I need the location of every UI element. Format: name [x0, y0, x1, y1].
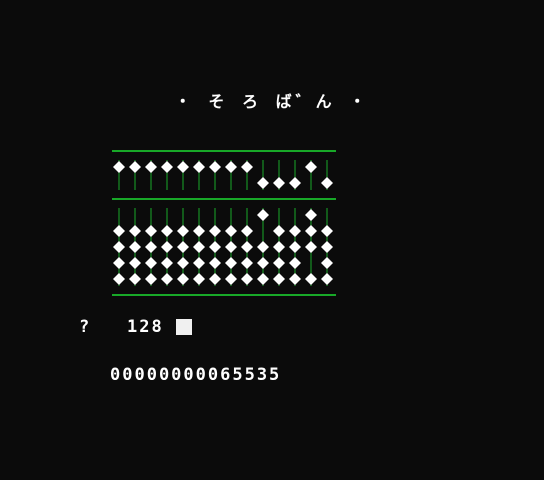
abacus-bead: [241, 161, 253, 173]
abacus-bottom-bar: [112, 294, 336, 296]
abacus-bead: [321, 177, 333, 189]
abacus-bead: [225, 241, 237, 253]
abacus-bead: [257, 241, 269, 253]
abacus-bead: [321, 241, 333, 253]
abacus-bead: [225, 257, 237, 269]
abacus-bead: [225, 225, 237, 237]
abacus-bead: [177, 161, 189, 173]
abacus-bead: [113, 225, 125, 237]
abacus-bead: [209, 161, 221, 173]
abacus-bead: [305, 209, 317, 221]
abacus-bead: [241, 241, 253, 253]
abacus-bead: [273, 225, 285, 237]
abacus-bead: [161, 273, 173, 285]
abacus-bead: [209, 241, 221, 253]
abacus-bead: [129, 225, 141, 237]
abacus-bead: [225, 273, 237, 285]
abacus-bead: [193, 273, 205, 285]
abacus-bead: [289, 225, 301, 237]
abacus-bead: [193, 241, 205, 253]
abacus-bead: [145, 241, 157, 253]
abacus-bead: [145, 161, 157, 173]
abacus-bead: [161, 225, 173, 237]
abacus-bead: [289, 241, 301, 253]
abacus-bead: [321, 257, 333, 269]
abacus-bead: [177, 225, 189, 237]
abacus-bead: [305, 161, 317, 173]
abacus-bead: [273, 241, 285, 253]
abacus-bead: [177, 273, 189, 285]
abacus-bead: [113, 257, 125, 269]
abacus-top-bar: [112, 150, 336, 152]
abacus-bead: [209, 257, 221, 269]
abacus-bead: [257, 257, 269, 269]
abacus-bead: [193, 257, 205, 269]
result-display: 00000000065535: [110, 365, 282, 385]
abacus-bead: [129, 273, 141, 285]
abacus-bead: [161, 257, 173, 269]
abacus-bead: [209, 225, 221, 237]
abacus-bead: [257, 273, 269, 285]
abacus-bead: [161, 241, 173, 253]
number-input[interactable]: 128: [127, 317, 164, 337]
abacus-bead: [289, 273, 301, 285]
abacus-bead: [113, 241, 125, 253]
abacus-bead: [305, 225, 317, 237]
abacus-bead: [321, 225, 333, 237]
abacus-bead: [145, 273, 157, 285]
abacus-bead: [177, 241, 189, 253]
abacus-bead: [225, 161, 237, 173]
abacus: [112, 150, 336, 296]
abacus-bead: [273, 273, 285, 285]
abacus-bead: [257, 177, 269, 189]
abacus-bead: [113, 273, 125, 285]
abacus-bead: [273, 257, 285, 269]
abacus-bead: [321, 273, 333, 285]
abacus-bead: [289, 177, 301, 189]
abacus-bead: [241, 273, 253, 285]
abacus-bead: [289, 257, 301, 269]
abacus-bead: [193, 161, 205, 173]
abacus-bead: [161, 161, 173, 173]
abacus-bead: [193, 225, 205, 237]
abacus-bead: [129, 241, 141, 253]
abacus-bead: [113, 161, 125, 173]
abacus-bead: [145, 225, 157, 237]
input-prompt-marker: ?: [79, 317, 90, 337]
abacus-bead: [305, 241, 317, 253]
abacus-bead: [273, 177, 285, 189]
abacus-bead: [129, 161, 141, 173]
text-cursor: [176, 319, 192, 335]
abacus-bead: [241, 257, 253, 269]
abacus-reckoning-bar: [112, 198, 336, 200]
abacus-bead: [209, 273, 221, 285]
abacus-bead: [145, 257, 157, 269]
abacus-bead: [129, 257, 141, 269]
abacus-bead: [305, 273, 317, 285]
abacus-bead: [177, 257, 189, 269]
abacus-bead: [257, 209, 269, 221]
abacus-bead: [241, 225, 253, 237]
